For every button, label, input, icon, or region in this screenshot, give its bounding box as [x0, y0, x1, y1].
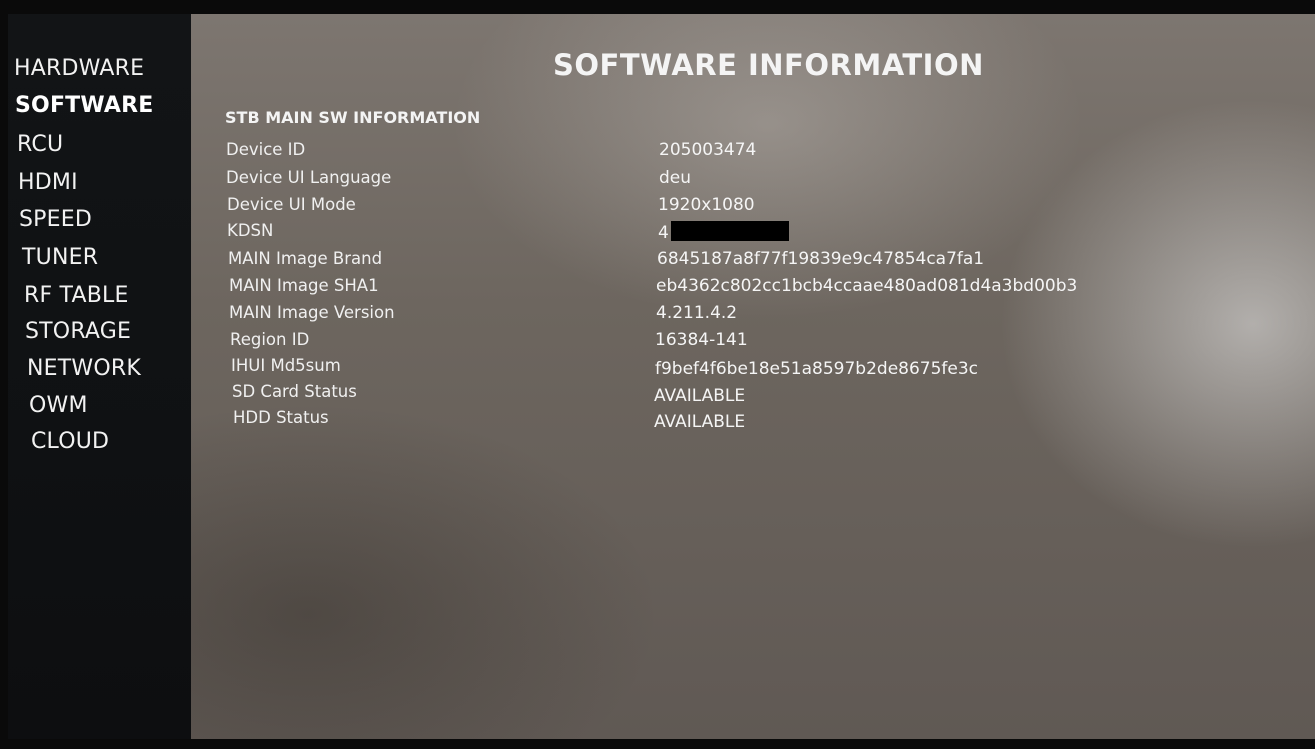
row-label-image-brand: MAIN Image Brand: [228, 249, 383, 268]
row-label-ui-language: Device UI Language: [226, 168, 392, 187]
row-label-image-sha1: MAIN Image SHA1: [229, 276, 379, 295]
tv-screen: HARDWARE SOFTWARE RCU HDMI SPEED TUNER R…: [8, 14, 1315, 739]
row-value-sd-card-status: AVAILABLE: [654, 386, 746, 406]
sidebar-item-rcu[interactable]: RCU: [17, 132, 63, 157]
sidebar: HARDWARE SOFTWARE RCU HDMI SPEED TUNER R…: [8, 14, 191, 739]
sidebar-item-storage[interactable]: STORAGE: [25, 319, 131, 344]
row-value-hdd-status: AVAILABLE: [654, 412, 746, 432]
row-value-ihui-md5sum: f9bef4f6be18e51a8597b2de8675fe3c: [655, 359, 979, 379]
sidebar-item-owm[interactable]: OWM: [29, 393, 88, 418]
sidebar-item-tuner[interactable]: TUNER: [22, 245, 98, 270]
kdsn-prefix: 4: [658, 223, 669, 243]
sidebar-item-hdmi[interactable]: HDMI: [18, 170, 78, 195]
row-value-image-brand: 6845187a8f77f19839e9c47854ca7fa1: [657, 249, 985, 269]
row-value-ui-mode: 1920x1080: [658, 195, 755, 215]
sidebar-item-cloud[interactable]: CLOUD: [31, 429, 109, 454]
sidebar-item-software[interactable]: SOFTWARE: [15, 93, 153, 118]
row-value-kdsn: 4: [658, 221, 789, 243]
row-label-ihui-md5sum: IHUI Md5sum: [231, 356, 341, 375]
row-value-region-id: 16384-141: [655, 330, 748, 350]
row-label-image-version: MAIN Image Version: [229, 303, 395, 322]
row-label-device-id: Device ID: [226, 140, 306, 159]
row-value-image-version: 4.211.4.2: [656, 303, 738, 323]
row-label-kdsn: KDSN: [227, 221, 274, 240]
sidebar-item-speed[interactable]: SPEED: [19, 207, 92, 232]
row-label-ui-mode: Device UI Mode: [227, 195, 356, 214]
sidebar-item-rf-table[interactable]: RF TABLE: [24, 283, 129, 308]
row-value-device-id: 205003474: [659, 140, 757, 160]
section-title: STB MAIN SW INFORMATION: [225, 108, 481, 127]
redaction-bar: [670, 221, 789, 241]
tv-bezel: HARDWARE SOFTWARE RCU HDMI SPEED TUNER R…: [0, 0, 1315, 749]
page-title: SOFTWARE INFORMATION: [553, 48, 984, 82]
row-label-hdd-status: HDD Status: [233, 408, 329, 427]
sidebar-item-network[interactable]: NETWORK: [27, 356, 141, 381]
row-label-sd-card-status: SD Card Status: [232, 382, 357, 401]
sidebar-item-hardware[interactable]: HARDWARE: [14, 56, 144, 81]
row-label-region-id: Region ID: [230, 330, 310, 349]
row-value-ui-language: deu: [659, 168, 692, 188]
row-value-image-sha1: eb4362c802cc1bcb4ccaae480ad081d4a3bd00b3: [656, 276, 1078, 296]
